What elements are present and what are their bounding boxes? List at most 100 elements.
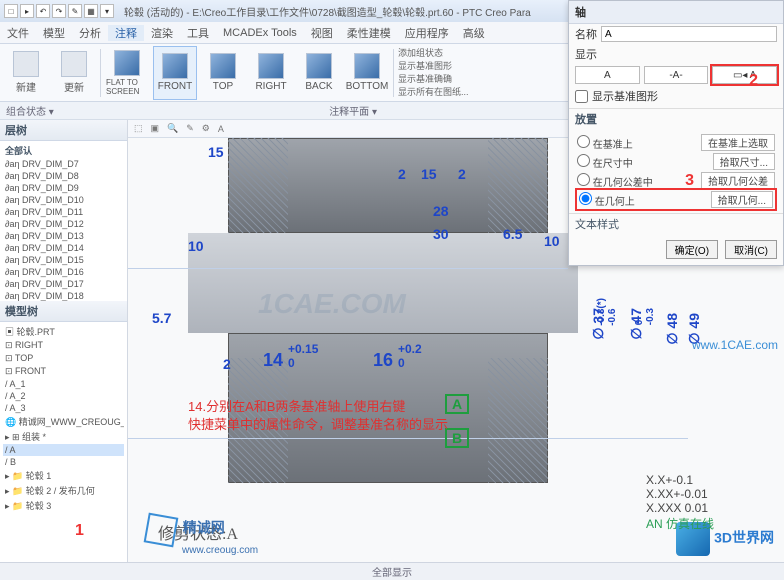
- tree-item[interactable]: / A: [3, 444, 124, 456]
- qat-btn[interactable]: □: [4, 4, 18, 18]
- tree-item[interactable]: / A_2: [3, 390, 124, 402]
- dim-15[interactable]: 15: [208, 144, 224, 160]
- ctb-btn[interactable]: 🔍: [167, 123, 178, 134]
- qat-btn[interactable]: ▸: [20, 4, 34, 18]
- dim-16[interactable]: 16: [373, 350, 393, 371]
- dim-6-5[interactable]: 6.5: [503, 226, 522, 242]
- tree-item[interactable]: ∂aη DRV_DIM_D14: [3, 242, 124, 254]
- qat-btn[interactable]: ▾: [100, 4, 114, 18]
- tree-item[interactable]: ▣ 轮毂.PRT: [3, 324, 124, 339]
- menu-app[interactable]: 应用程序: [398, 25, 456, 41]
- dim-15b[interactable]: 15: [421, 166, 437, 182]
- axis-cancel-button[interactable]: 取消(C): [725, 240, 777, 259]
- layer-tree-header[interactable]: 层树: [0, 120, 127, 141]
- ribbon-top[interactable]: TOP: [201, 46, 245, 100]
- qat-btn[interactable]: ↷: [52, 4, 66, 18]
- radio-in-dim[interactable]: [577, 154, 590, 167]
- menu-analysis[interactable]: 分析: [72, 25, 108, 41]
- menu-adv[interactable]: 高级: [456, 25, 492, 41]
- axis-name-input[interactable]: [601, 26, 777, 42]
- dim-28[interactable]: 28: [433, 203, 449, 219]
- ctb-btn[interactable]: ⬚: [134, 123, 143, 134]
- datum-B[interactable]: B: [445, 428, 469, 448]
- dim-10[interactable]: 10: [188, 238, 204, 254]
- radio-on-geom[interactable]: [579, 192, 592, 205]
- axis-show-datum-checkbox[interactable]: [575, 90, 588, 103]
- menu-annotate[interactable]: 注释: [108, 25, 144, 41]
- annot-plane[interactable]: 注释平面 ▾: [329, 103, 377, 118]
- tree-item[interactable]: ⊡ TOP: [3, 352, 124, 365]
- axis-style-boxA[interactable]: ▭◂ A: [712, 66, 777, 84]
- tree-item[interactable]: ∂aη DRV_DIM_D18: [3, 290, 124, 301]
- axis-dialog[interactable]: 轴 名称 显示 A -A- ▭◂ A 显示基准图形 放置 在基准上在基准上选取 …: [568, 0, 784, 266]
- radio-on-datum[interactable]: [577, 135, 590, 148]
- ctb-btn[interactable]: A: [218, 124, 224, 134]
- tree-item[interactable]: / B: [3, 456, 124, 468]
- ribbon-new[interactable]: 新建: [4, 46, 48, 100]
- ribbon-update[interactable]: 更新: [52, 46, 96, 100]
- pick-on-geom[interactable]: 拾取几何...: [711, 191, 773, 208]
- ribbon-group-datum[interactable]: 添加组状态显示基准图形 显示基准确确显示所有在图纸...: [398, 47, 469, 99]
- ctb-btn[interactable]: ✎: [186, 123, 194, 134]
- menu-file[interactable]: 文件: [0, 25, 36, 41]
- tree-item[interactable]: ∂aη DRV_DIM_D17: [3, 278, 124, 290]
- axis-text-style-header[interactable]: 文本样式: [569, 213, 783, 234]
- pick-in-dim[interactable]: 拾取尺寸...: [713, 153, 775, 170]
- dim-phi48[interactable]: ∅ 48: [664, 313, 680, 345]
- tree-item[interactable]: / A_3: [3, 402, 124, 414]
- combo-state[interactable]: 组合状态 ▾: [6, 103, 54, 118]
- tree-item[interactable]: ∂aη DRV_DIM_D9: [3, 182, 124, 194]
- tree-item[interactable]: ∂aη DRV_DIM_D7: [3, 158, 124, 170]
- dim-2[interactable]: 2: [398, 166, 406, 182]
- tree-item[interactable]: ∂aη DRV_DIM_D8: [3, 170, 124, 182]
- pick-on-datum[interactable]: 在基准上选取: [701, 134, 775, 151]
- dim-2-low[interactable]: 2: [223, 356, 231, 372]
- dim-2b[interactable]: 2: [458, 166, 466, 182]
- ribbon-bottom[interactable]: BOTTOM: [345, 46, 389, 100]
- status-text[interactable]: 全部显示: [372, 564, 412, 579]
- ribbon-flat[interactable]: FLAT TO SCREEN: [105, 46, 149, 100]
- qat-btn[interactable]: ↶: [36, 4, 50, 18]
- menu-mcadex[interactable]: MCADEx Tools: [216, 27, 304, 39]
- ctb-btn[interactable]: ▣: [151, 123, 160, 134]
- menu-view[interactable]: 视图: [304, 25, 340, 41]
- dim-5-7[interactable]: 5.7: [152, 310, 171, 326]
- tree-item[interactable]: ∂aη DRV_DIM_D15: [3, 254, 124, 266]
- menu-tools[interactable]: 工具: [180, 25, 216, 41]
- qat-btn[interactable]: ✎: [68, 4, 82, 18]
- model-tree-header[interactable]: 模型树: [0, 301, 127, 322]
- datum-A[interactable]: A: [445, 394, 469, 414]
- dim-10r[interactable]: 10: [544, 233, 560, 249]
- axis-ok-button[interactable]: 确定(O): [666, 240, 718, 259]
- tree-item[interactable]: ⊡ FRONT: [3, 365, 124, 378]
- menu-flex[interactable]: 柔性建模: [340, 25, 398, 41]
- tree-item[interactable]: ∂aη DRV_DIM_D13: [3, 230, 124, 242]
- qat-btn[interactable]: ▦: [84, 4, 98, 18]
- dim-30[interactable]: 30: [433, 226, 449, 242]
- tree-item[interactable]: ▸ 📁 轮毂 2 / 发布几何: [3, 483, 124, 498]
- ribbon-front[interactable]: FRONT: [153, 46, 197, 100]
- dim-14[interactable]: 14: [263, 350, 283, 371]
- pick-in-gtol[interactable]: 拾取几何公差: [701, 172, 775, 189]
- radio-in-gtol[interactable]: [577, 173, 590, 186]
- tree-item[interactable]: ▸ ⊞ 组装 *: [3, 429, 124, 444]
- layer-tree[interactable]: 全部认 ∂aη DRV_DIM_D7∂aη DRV_DIM_D8∂aη DRV_…: [0, 141, 127, 301]
- ribbon-back[interactable]: BACK: [297, 46, 341, 100]
- model-tree[interactable]: ▣ 轮毂.PRT ⊡ RIGHT ⊡ TOP ⊡ FRONT / A_1 / A…: [0, 322, 127, 562]
- tree-item[interactable]: ∂aη DRV_DIM_D12: [3, 218, 124, 230]
- menu-render[interactable]: 渲染: [144, 25, 180, 41]
- axis-style-A[interactable]: A: [575, 66, 640, 84]
- tree-item[interactable]: ▸ 📁 轮毂 3: [3, 498, 124, 513]
- axis-style-negA[interactable]: -A-: [644, 66, 709, 84]
- tree-item[interactable]: ⊡ RIGHT: [3, 339, 124, 352]
- ribbon-right[interactable]: RIGHT: [249, 46, 293, 100]
- tree-item[interactable]: ∂aη DRV_DIM_D11: [3, 206, 124, 218]
- tree-item[interactable]: ∂aη DRV_DIM_D16: [3, 266, 124, 278]
- tree-item[interactable]: ▸ 📁 轮毂 1: [3, 468, 124, 483]
- menu-model[interactable]: 模型: [36, 25, 72, 41]
- tree-item[interactable]: ∂aη DRV_DIM_D10: [3, 194, 124, 206]
- axis-place-header: 放置: [569, 108, 783, 129]
- ctb-btn[interactable]: ⚙: [202, 123, 210, 134]
- tree-item[interactable]: 🌐 精诚网_WWW_CREOUG_COM...: [3, 414, 124, 429]
- tree-item[interactable]: / A_1: [3, 378, 124, 390]
